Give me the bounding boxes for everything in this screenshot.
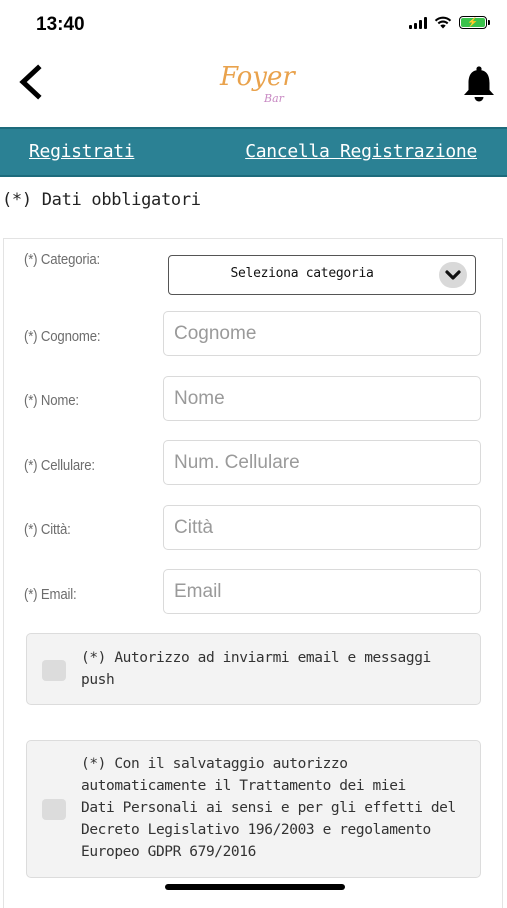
notifications-button[interactable] bbox=[460, 64, 498, 104]
back-button[interactable] bbox=[14, 64, 46, 100]
privacy-consent-line: Europeo GDPR 679/2016 bbox=[81, 844, 256, 860]
category-label: (*) Categoria: bbox=[24, 251, 101, 268]
required-fields-note: (*) Dati obbligatori bbox=[2, 190, 201, 210]
surname-input[interactable] bbox=[163, 311, 481, 356]
bell-icon bbox=[464, 66, 494, 102]
email-input[interactable] bbox=[163, 569, 481, 614]
battery-icon: ⚡ bbox=[459, 16, 490, 29]
privacy-consent-box: (*) Con il salvataggio autorizzo automat… bbox=[26, 740, 481, 878]
privacy-consent-checkbox[interactable] bbox=[42, 799, 66, 820]
chevron-left-icon bbox=[19, 64, 42, 100]
category-select[interactable]: Seleziona categoria bbox=[168, 255, 476, 295]
register-link[interactable]: Registrati bbox=[29, 141, 135, 162]
privacy-consent-text: (*) Con il salvataggio autorizzo automat… bbox=[81, 753, 470, 863]
city-label: (*) Città: bbox=[24, 521, 71, 538]
status-time: 13:40 bbox=[36, 14, 85, 35]
privacy-consent-line: Dati Personali ai sensi e per gli effett… bbox=[81, 800, 456, 816]
logo-sub-text: Bar bbox=[264, 92, 284, 105]
city-input[interactable] bbox=[163, 505, 481, 550]
status-icons: ⚡ bbox=[409, 16, 490, 29]
privacy-consent-line: automaticamente il Trattamento dei miei bbox=[81, 778, 406, 794]
wifi-icon bbox=[434, 16, 452, 29]
registration-nav-bar: Registrati Cancella Registrazione bbox=[0, 127, 507, 177]
marketing-consent-line: push bbox=[81, 672, 115, 688]
marketing-consent-checkbox[interactable] bbox=[42, 660, 66, 681]
name-input[interactable] bbox=[163, 376, 481, 421]
name-label: (*) Nome: bbox=[24, 392, 79, 409]
chevron-down-icon bbox=[439, 262, 467, 288]
mobile-input[interactable] bbox=[163, 440, 481, 485]
logo-main-text: Foyer bbox=[220, 62, 295, 92]
marketing-consent-box: (*) Autorizzo ad inviarmi email e messag… bbox=[26, 633, 481, 705]
privacy-consent-line: (*) Con il salvataggio autorizzo bbox=[81, 756, 348, 772]
foyer-bar-logo: Foyer Bar bbox=[212, 58, 295, 118]
status-bar: 13:40 ⚡ bbox=[0, 0, 507, 50]
marketing-consent-text: (*) Autorizzo ad inviarmi email e messag… bbox=[81, 647, 470, 691]
privacy-consent-line: Decreto Legislativo 196/2003 e regolamen… bbox=[81, 822, 431, 838]
mobile-label: (*) Cellulare: bbox=[24, 457, 95, 474]
cancel-registration-link[interactable]: Cancella Registrazione bbox=[245, 141, 477, 162]
app-header: Foyer Bar bbox=[0, 50, 507, 127]
category-select-value: Seleziona categoria bbox=[230, 266, 374, 281]
cellular-signal-icon bbox=[409, 16, 427, 29]
surname-label: (*) Cognome: bbox=[24, 328, 101, 345]
home-indicator[interactable] bbox=[165, 884, 345, 890]
marketing-consent-line: (*) Autorizzo ad inviarmi email e messag… bbox=[81, 650, 431, 666]
email-label: (*) Email: bbox=[24, 586, 77, 603]
